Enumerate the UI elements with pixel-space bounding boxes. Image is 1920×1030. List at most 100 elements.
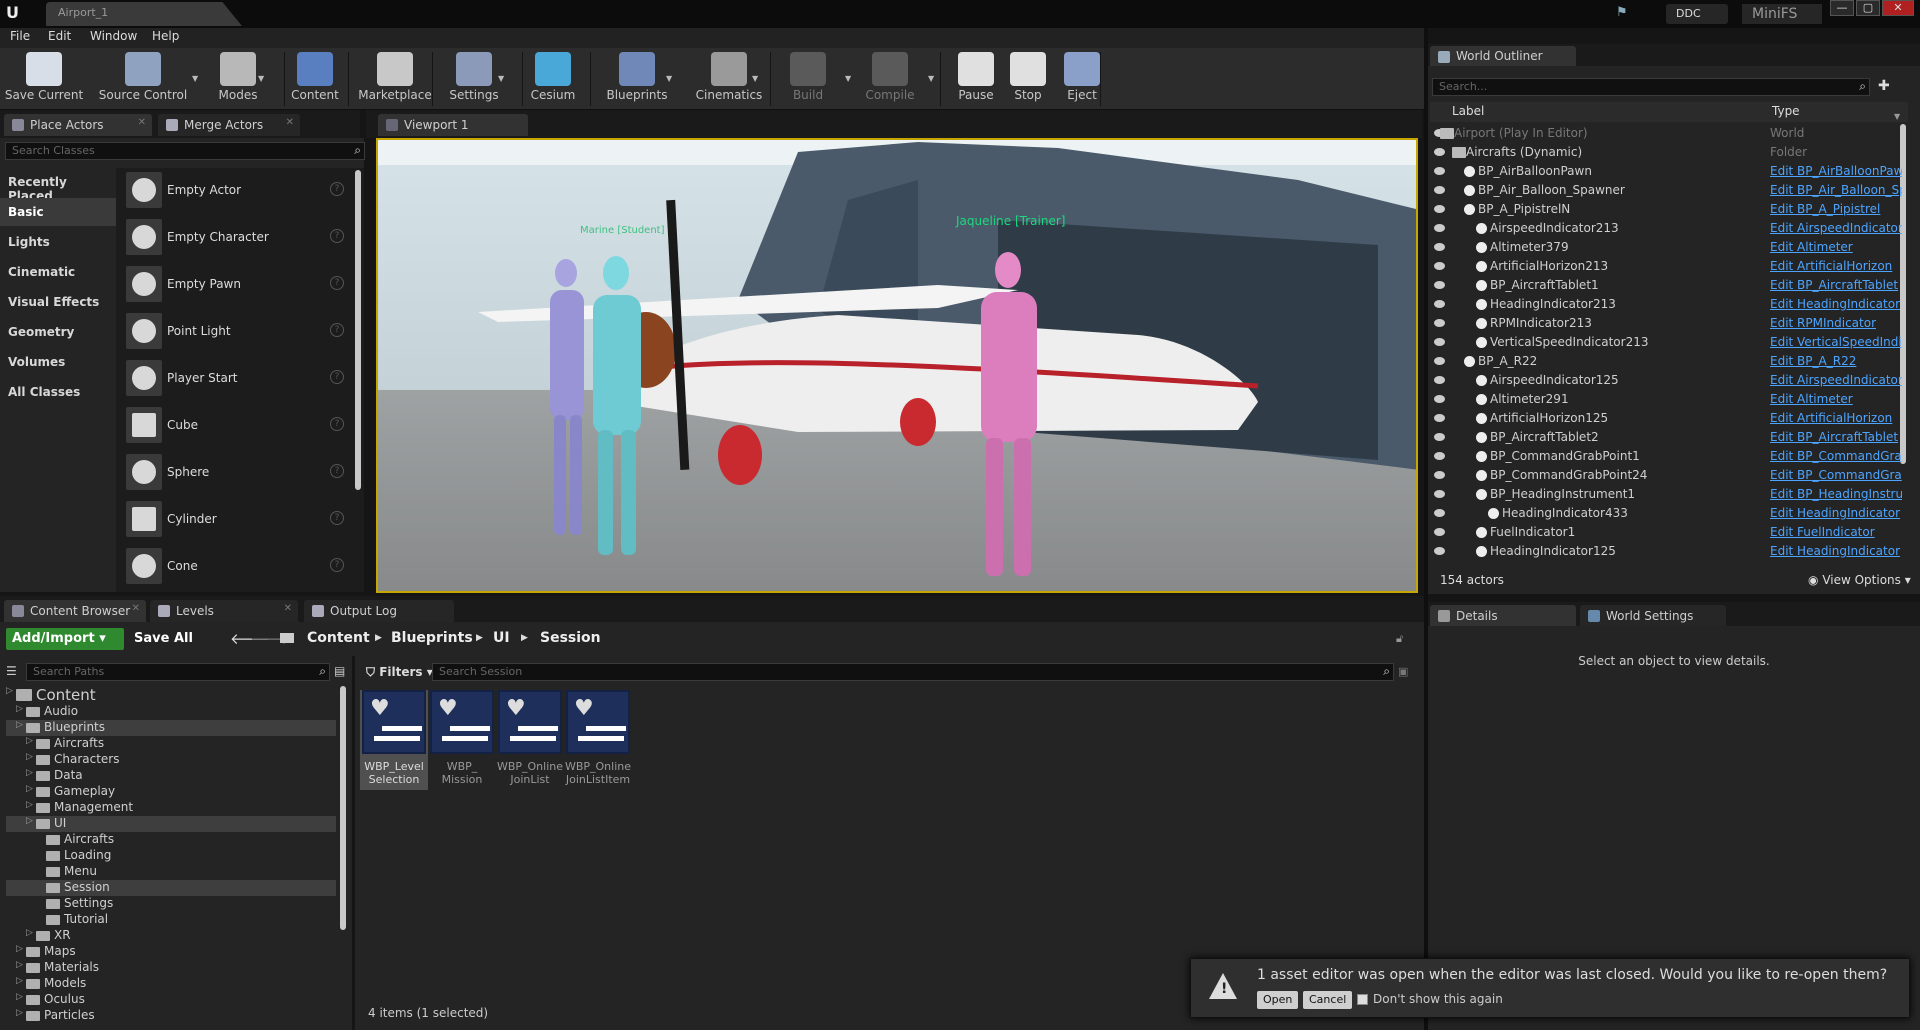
eye-icon[interactable] [1434,547,1445,555]
eye-icon[interactable] [1434,433,1445,441]
tab-content-browser[interactable]: Content Browser ✕ [4,600,146,622]
chevron-down-icon[interactable]: ▼ [258,74,264,83]
actor-item-empty-pawn[interactable]: Empty Pawn? [122,262,348,306]
help-icon[interactable]: ? [330,511,344,525]
source-control-button[interactable]: Source Control [88,52,198,108]
actor-item-cylinder[interactable]: Cylinder? [122,497,348,541]
breadcrumb-separator-icon[interactable]: ▶ [521,633,528,643]
chevron-down-icon[interactable]: ▼ [845,74,851,83]
expand-arrow-icon[interactable]: ▷ [26,752,33,762]
lock-icon[interactable]: 🔓︎ [1396,632,1403,646]
actor-item-sphere[interactable]: Sphere? [122,450,348,494]
close-button[interactable]: ✕ [1882,0,1914,16]
outliner-row[interactable]: HeadingIndicator125 Edit HeadingIndicator [1430,542,1908,561]
outliner-row-type[interactable]: Edit BP_CommandGra [1770,449,1902,463]
eye-icon[interactable] [1434,490,1445,498]
eye-icon[interactable] [1434,509,1445,517]
folder-menu[interactable]: Menu [6,864,336,880]
settings-button[interactable]: Settings [444,52,504,108]
actor-item-empty-actor[interactable]: Empty Actor? [122,168,348,212]
category-recently-placed[interactable]: Recently Placed [0,168,116,203]
outliner-row-type[interactable]: Edit HeadingIndicator [1770,506,1902,520]
label-column-header[interactable]: Label [1452,104,1484,118]
type-column-header[interactable]: Type [1772,104,1800,118]
help-icon[interactable]: ? [330,464,344,478]
folder-models[interactable]: ▷ Models [6,976,336,992]
tab-levels[interactable]: Levels ✕ [150,600,298,622]
chevron-down-icon[interactable]: ▼ [498,74,504,83]
help-icon[interactable]: ? [330,558,344,572]
folder-maps[interactable]: ▷ Maps [6,944,336,960]
outliner-row[interactable]: BP_CommandGrabPoint1 Edit BP_CommandGra [1430,447,1908,466]
outliner-row-type[interactable]: Edit BP_CommandGra [1770,468,1902,482]
folder-materials[interactable]: ▷ Materials [6,960,336,976]
close-tab-icon[interactable]: ✕ [132,603,140,614]
eye-icon[interactable] [1434,452,1445,460]
outliner-row[interactable]: ArtificialHorizon213 Edit ArtificialHoriz… [1430,257,1908,276]
breadcrumb-session[interactable]: Session [540,630,601,646]
eye-icon[interactable] [1434,414,1445,422]
actor-item-point-light[interactable]: Point Light? [122,309,348,353]
outliner-search-input[interactable]: Search... ⌕ [1432,78,1870,96]
help-icon[interactable]: ? [330,323,344,337]
outliner-row-type[interactable]: Edit ArtificialHorizon [1770,411,1902,425]
build-button[interactable]: Build [788,52,828,108]
expand-arrow-icon[interactable]: ▷ [6,686,13,696]
folder-aircrafts[interactable]: Aircrafts [6,832,336,848]
eye-icon[interactable] [1434,167,1445,175]
folder-oculus[interactable]: ▷ Oculus [6,992,336,1008]
folder-management[interactable]: ▷ Management [6,800,336,816]
folder-tutorial[interactable]: Tutorial [6,912,336,928]
category-all-classes[interactable]: All Classes [0,378,116,406]
cancel-button[interactable]: Cancel [1303,991,1353,1009]
expand-arrow-icon[interactable]: ▷ [26,800,33,810]
category-geometry[interactable]: Geometry [0,318,116,346]
outliner-row-type[interactable]: Edit BP_AircraftTablet [1770,430,1902,444]
outliner-row-type[interactable]: Edit BP_AircraftTablet [1770,278,1902,292]
compile-button[interactable]: Compile [860,52,920,108]
chevron-down-icon[interactable]: ▼ [192,74,198,83]
eye-icon[interactable] [1434,186,1445,194]
outliner-row[interactable]: BP_CommandGrabPoint24 Edit BP_CommandGra [1430,466,1908,485]
level-viewport[interactable]: Marine [Student] Jaqueline [Trainer] [376,138,1418,593]
eye-icon[interactable] [1434,300,1445,308]
outliner-row-type[interactable]: Edit BP_HeadingInstru [1770,487,1902,501]
category-cinematic[interactable]: Cinematic [0,258,116,286]
eye-icon[interactable] [1434,528,1445,536]
tab-merge-actors[interactable]: Merge Actors ✕ [158,114,300,136]
outliner-row[interactable]: HeadingIndicator433 Edit HeadingIndicator [1430,504,1908,523]
outliner-row[interactable]: BP_AirBalloonPawn Edit BP_AirBalloonPaw [1430,162,1908,181]
folder-aircrafts[interactable]: ▷ Aircrafts [6,736,336,752]
expand-arrow-icon[interactable]: ▷ [16,944,23,954]
outliner-row[interactable]: BP_A_R22 Edit BP_A_R22 [1430,352,1908,371]
eye-icon[interactable] [1434,205,1445,213]
folder-settings[interactable]: Settings [6,896,336,912]
tab-details[interactable]: Details [1430,605,1576,627]
outliner-row-type[interactable]: Edit Altimeter [1770,240,1902,254]
folder-audio[interactable]: ▷ Audio [6,704,336,720]
asset-tile[interactable]: ♥ WBP_Online JoinListItem [564,690,632,790]
expand-arrow-icon[interactable]: ▷ [26,784,33,794]
maximize-button[interactable]: ▢ [1856,0,1880,16]
minimize-button[interactable]: — [1830,0,1854,16]
chevron-down-icon[interactable]: ▼ [666,74,672,83]
eye-icon[interactable] [1434,262,1445,270]
outliner-view-options[interactable]: ◉ View Options ▾ [1808,573,1911,587]
sources-toggle-icon[interactable]: ☰ [6,664,17,678]
search-session-input[interactable]: Search Session ⌕ [432,663,1394,681]
folder-session[interactable]: Session [6,880,336,896]
add-import-button[interactable]: Add/Import ▾ [6,628,124,650]
eye-icon[interactable] [1434,281,1445,289]
expand-arrow-icon[interactable]: ▷ [26,768,33,778]
expand-arrow-icon[interactable]: ▷ [26,816,33,826]
tab-output-log[interactable]: Output Log [304,600,454,622]
actor-item-empty-character[interactable]: Empty Character? [122,215,348,259]
cesium-button[interactable]: Cesium [526,52,580,108]
content-button[interactable]: Content [290,52,340,108]
viewport-scene[interactable]: Marine [Student] Jaqueline [Trainer] [378,140,1418,593]
outliner-row-type[interactable]: Edit ArtificialHorizon [1770,259,1902,273]
eject-button[interactable]: Eject [1060,52,1104,108]
help-icon[interactable]: ? [330,417,344,431]
folder-characters[interactable]: ▷ Characters [6,752,336,768]
add-filter-icon[interactable]: ✚ [1878,78,1890,94]
